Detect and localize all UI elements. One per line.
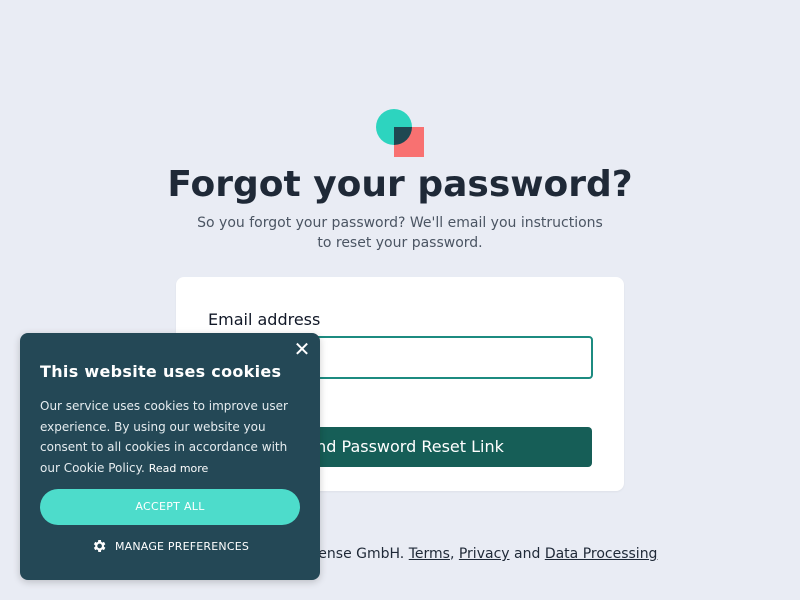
footer-and: and (514, 546, 541, 562)
data-processing-link[interactable]: Data Processing (545, 546, 658, 562)
cookie-title: This website uses cookies (40, 362, 282, 381)
gear-icon (93, 540, 106, 552)
logo-icon (376, 109, 424, 157)
page-subtitle: So you forgot your password? We'll email… (197, 215, 603, 251)
read-more-link[interactable]: Read more (149, 462, 209, 475)
cookie-banner: ✕ This website uses cookies Our service … (20, 333, 320, 580)
close-icon[interactable]: ✕ (292, 339, 312, 359)
terms-link[interactable]: Terms (409, 546, 450, 562)
email-label: Email address (208, 310, 321, 329)
footer-comma: , (449, 546, 455, 562)
manage-preferences-button[interactable]: MANAGE PREFERENCES (40, 534, 300, 558)
accept-all-button[interactable]: ACCEPT ALL (40, 489, 300, 525)
cookie-body: Our service uses cookies to improve user… (40, 396, 305, 479)
manage-preferences-label: MANAGE PREFERENCES (114, 539, 250, 553)
privacy-link[interactable]: Privacy (459, 546, 510, 562)
page-title: Forgot your password? (167, 164, 633, 205)
